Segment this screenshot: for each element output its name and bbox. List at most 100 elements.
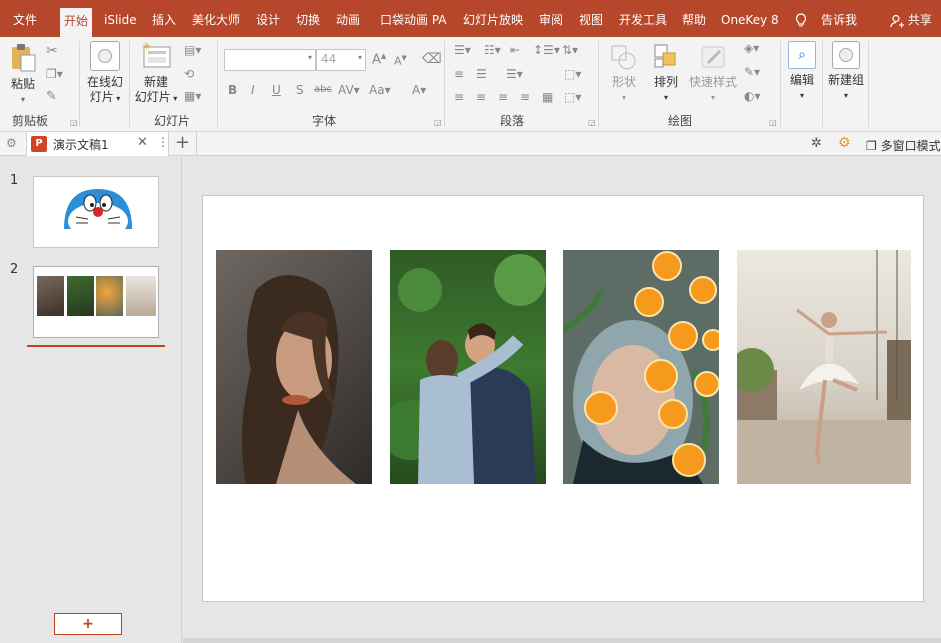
distributed-icon[interactable]: ▦ xyxy=(542,90,553,104)
new-slide-button[interactable]: ✳ 新建 幻灯片 ▾ xyxy=(132,40,180,106)
tab-menu-icon[interactable]: ⚙ xyxy=(6,136,17,150)
tab-transitions[interactable]: 切换 xyxy=(296,0,320,37)
thumb-oranges-image xyxy=(96,276,123,316)
increase-font-icon[interactable]: A▲ xyxy=(372,52,386,67)
tab-pocket-animation[interactable]: 口袋动画 PA xyxy=(380,0,447,37)
align-left-icon[interactable]: ≡ xyxy=(454,67,464,81)
drawing-group-label: 绘图 xyxy=(668,114,693,128)
share-label: 共享 xyxy=(907,13,932,27)
decrease-font-icon[interactable]: A▼ xyxy=(394,54,407,68)
drawing-launcher-icon[interactable]: ◲ xyxy=(769,118,777,127)
shape-effects-icon[interactable]: ◐▾ xyxy=(744,89,761,103)
decrease-indent-icon[interactable]: ⇤ xyxy=(510,43,520,57)
tab-insert[interactable]: 插入 xyxy=(152,0,176,37)
text-direction-icon[interactable]: ⇅▾ xyxy=(562,43,578,57)
slide-canvas[interactable] xyxy=(202,195,924,602)
slide-thumbnail-pane: 1 2 + xyxy=(0,157,182,643)
more-icon[interactable]: ⋮ xyxy=(157,135,169,149)
divider xyxy=(217,41,218,127)
tab-onekey[interactable]: OneKey 8 xyxy=(721,0,779,37)
powerpoint-icon: P xyxy=(31,136,47,152)
oranges-photo[interactable] xyxy=(563,250,719,484)
layout-icon[interactable]: ▤▾ xyxy=(184,43,201,57)
bold-icon[interactable]: B xyxy=(228,83,237,97)
bullets-icon[interactable]: ☰▾ xyxy=(454,43,471,57)
cut-icon[interactable]: ✂ xyxy=(46,43,58,59)
lightbulb-icon[interactable] xyxy=(795,0,807,37)
new-group-label: 新建组 xyxy=(827,73,864,87)
change-case-icon[interactable]: Aa▾ xyxy=(369,83,391,97)
quick-styles-label: 快速样式 xyxy=(688,75,737,89)
edit-button[interactable]: ⌕ 编辑 ▾ xyxy=(784,41,820,103)
tab-view[interactable]: 视图 xyxy=(579,0,603,37)
tab-developer[interactable]: 开发工具 xyxy=(619,0,667,37)
share-button[interactable]: 共享 xyxy=(890,0,932,37)
tab-slideshow[interactable]: 幻灯片放映 xyxy=(463,0,523,37)
new-tab-icon[interactable]: + xyxy=(175,133,190,153)
font-group-label: 字体 xyxy=(312,114,337,128)
clipboard-group-label: 剪贴板 xyxy=(12,114,49,128)
shapes-label: 形状 xyxy=(611,75,636,89)
clipboard-launcher-icon[interactable]: ◲ xyxy=(70,118,78,127)
justify-full-icon[interactable]: ≡ xyxy=(520,90,530,104)
tab-beautify[interactable]: 美化大师 xyxy=(192,0,240,37)
columns-icon[interactable]: ☰ xyxy=(476,67,487,81)
new-group-button[interactable]: 新建组 ▾ xyxy=(826,41,866,103)
multi-window-button[interactable]: ❐ 多窗口模式 xyxy=(866,137,941,154)
tab-help[interactable]: 帮助 xyxy=(682,0,706,37)
document-tab-bar: ⚙ P 演示文稿1 ✕ ⋮ + ✲ ⚙ ❐ 多窗口模式 xyxy=(0,132,941,156)
smartart-icon[interactable]: ⬚▾ xyxy=(564,90,581,104)
align-text-icon[interactable]: ⬚▾ xyxy=(564,67,581,81)
font-family-select[interactable]: ▾ xyxy=(224,49,316,71)
italic-icon[interactable]: I xyxy=(251,83,255,97)
ballerina-photo[interactable] xyxy=(737,250,911,484)
new-slide-label-1: 新建 xyxy=(143,75,168,89)
tab-design[interactable]: 设计 xyxy=(256,0,280,37)
shapes-button[interactable]: 形状 ▾ xyxy=(604,43,644,105)
search-icon: ⌕ xyxy=(788,41,816,69)
line-spacing-icon[interactable]: ↕☰▾ xyxy=(533,43,560,57)
section-icon[interactable]: ▦▾ xyxy=(184,89,201,103)
settings-gear-icon[interactable]: ⚙ xyxy=(838,135,851,151)
online-slides-button[interactable]: 在线幻 灯片 ▾ xyxy=(84,41,126,106)
tab-review[interactable]: 审阅 xyxy=(539,0,563,37)
paste-button[interactable]: 粘贴 ▾ xyxy=(6,43,40,104)
slide-thumbnail-2[interactable] xyxy=(33,266,159,338)
shape-fill-icon[interactable]: ◈▾ xyxy=(744,41,759,55)
paragraph-launcher-icon[interactable]: ◲ xyxy=(588,118,596,127)
shadow-icon[interactable]: S xyxy=(296,83,304,97)
add-slide-button[interactable]: + xyxy=(54,613,122,635)
close-tab-icon[interactable]: ✕ xyxy=(137,135,148,150)
clear-format-icon[interactable]: ⌫ xyxy=(422,51,442,67)
slide-thumbnail-1[interactable] xyxy=(33,176,159,248)
document-tab[interactable]: P 演示文稿1 ✕ ⋮ xyxy=(26,132,169,156)
underline-icon[interactable]: U xyxy=(272,83,281,97)
tab-file[interactable]: 文件 xyxy=(13,0,37,37)
tell-me-search[interactable]: 告诉我 xyxy=(821,0,857,37)
justify-right-icon[interactable]: ≡ xyxy=(498,90,508,104)
tab-animations[interactable]: 动画 xyxy=(336,0,360,37)
divider xyxy=(822,41,823,127)
font-launcher-icon[interactable]: ◲ xyxy=(434,118,442,127)
tab-islide[interactable]: iSlide xyxy=(104,0,137,37)
list-icon[interactable]: ☰▾ xyxy=(506,67,523,81)
font-size-select[interactable]: 44 ▾ xyxy=(316,49,366,71)
justify-left-icon[interactable]: ≡ xyxy=(454,90,464,104)
strikethrough-icon[interactable]: abc xyxy=(314,84,332,95)
couple-photo[interactable] xyxy=(390,250,546,484)
slide-number: 2 xyxy=(10,262,19,277)
portrait-photo[interactable] xyxy=(216,250,372,484)
shape-outline-icon[interactable]: ✎▾ xyxy=(744,65,760,79)
magic-icon[interactable]: ✲ xyxy=(811,136,822,151)
copy-icon[interactable]: ❐▾ xyxy=(46,67,63,81)
char-spacing-icon[interactable]: AV▾ xyxy=(338,83,360,97)
quick-styles-button[interactable]: 快速样式 ▾ xyxy=(686,43,740,105)
reset-icon[interactable]: ⟲ xyxy=(184,67,194,81)
format-painter-icon[interactable]: ✎ xyxy=(46,89,57,104)
font-color-icon[interactable]: A▾ xyxy=(412,83,426,97)
thumb-ballerina-image xyxy=(126,276,156,316)
arrange-button[interactable]: 排列 ▾ xyxy=(648,43,684,105)
justify-center-icon[interactable]: ≡ xyxy=(476,90,486,104)
tab-home[interactable]: 开始 xyxy=(60,8,93,37)
numbering-icon[interactable]: ☷▾ xyxy=(484,43,501,57)
